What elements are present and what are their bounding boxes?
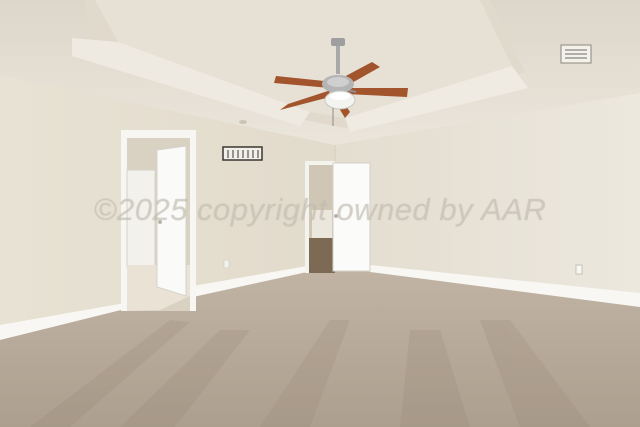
recessed-light — [239, 120, 247, 124]
cabinet — [312, 210, 332, 238]
dark-floor — [309, 238, 335, 273]
room-photo: ©2025 copyright owned by AAR — [0, 0, 640, 427]
wall-vent-slats — [227, 150, 259, 158]
closet-door — [126, 169, 156, 268]
middle-door-knob — [334, 214, 338, 218]
wall-outlet — [575, 264, 583, 275]
middle-door-panel — [332, 162, 371, 272]
wall-outlet-left — [223, 259, 230, 269]
room-illustration — [0, 0, 640, 427]
left-door-knob — [158, 220, 162, 224]
